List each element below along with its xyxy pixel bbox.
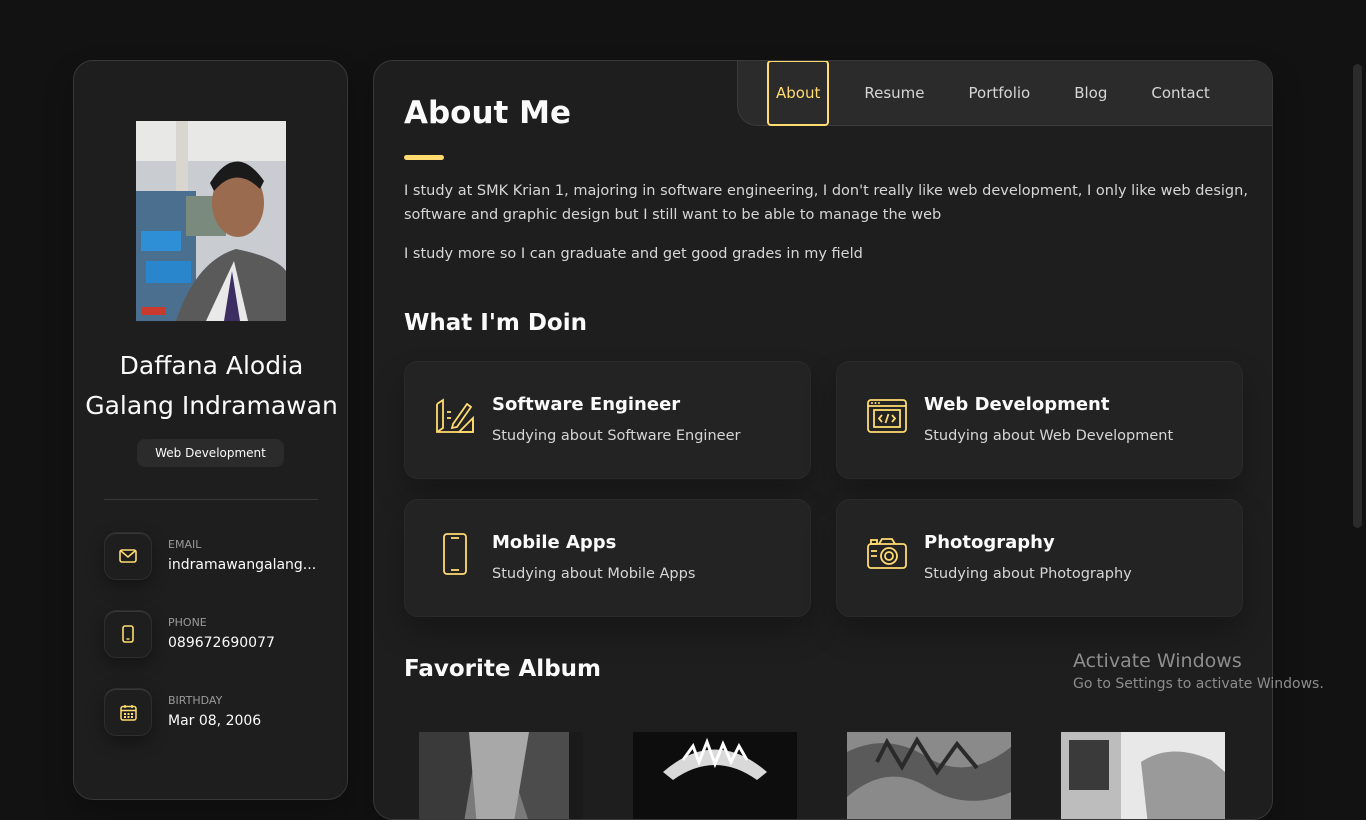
camera-icon [865,532,909,576]
nav-portfolio[interactable]: Portfolio [969,61,1031,126]
contact-phone-value[interactable]: 089672690077 [168,635,318,651]
service-title: Web Development [924,394,1110,415]
calendar-icon [104,688,152,736]
mail-icon [104,532,152,580]
contact-phone-label: PHONE [168,616,207,629]
albums-title: Favorite Album [404,656,601,682]
album-cover-2[interactable] [633,732,797,819]
contact-birthday-value: Mar 08, 2006 [168,713,262,729]
page-scrollbar[interactable] [1353,64,1362,528]
phone-icon [104,610,152,658]
service-text: Studying about Photography [924,566,1132,582]
service-text: Studying about Web Development [924,428,1174,444]
service-text: Studying about Software Engineer [492,428,741,444]
contact-email-label: EMAIL [168,538,202,551]
design-tools-icon [433,394,477,438]
contact-email-value[interactable]: indramawangalang... [168,557,318,573]
code-window-icon [865,394,909,438]
page-title: About Me [404,95,572,131]
avatar [136,121,286,321]
contact-birthday-label: BIRTHDAY [168,694,223,707]
profile-name: Daffana Alodia Galang Indramawan [85,351,338,420]
nav-about[interactable]: About [767,61,830,126]
service-text: Studying about Mobile Apps [492,566,696,582]
service-card-software-engineer: Software Engineer Studying about Softwar… [404,361,811,479]
service-card-photography: Photography Studying about Photography [836,499,1243,617]
watermark-line-1: Activate Windows [1073,650,1242,672]
contact-birthday: BIRTHDAY Mar 08, 2006 [104,688,324,736]
service-title: Photography [924,532,1055,553]
top-navbar: About Resume Portfolio Blog Contact [737,61,1272,126]
service-card-mobile-apps: Mobile Apps Studying about Mobile Apps [404,499,811,617]
sidebar-separator [104,499,318,500]
watermark-line-2: Go to Settings to activate Windows. [1073,676,1324,692]
album-cover-3[interactable] [847,732,1011,819]
contact-email: EMAIL indramawangalang... [104,532,324,580]
service-card-web-development: Web Development Studying about Web Devel… [836,361,1243,479]
nav-blog[interactable]: Blog [1074,61,1107,126]
title-accent-bar [404,155,444,160]
service-title: Software Engineer [492,394,681,415]
profile-sidebar: Daffana Alodia Galang Indramawan Web Dev… [73,60,348,800]
album-cover-1[interactable] [419,732,583,819]
main-content: About Resume Portfolio Blog Contact Abou… [373,60,1273,820]
nav-resume[interactable]: Resume [864,61,924,126]
smartphone-icon [433,532,477,576]
nav-contact[interactable]: Contact [1151,61,1209,126]
album-cover-4[interactable] [1061,732,1225,819]
profile-title-badge: Web Development [137,439,284,467]
contact-phone: PHONE 089672690077 [104,610,324,658]
about-paragraph-1: I study at SMK Krian 1, majoring in soft… [404,183,1248,223]
services-title: What I'm Doin [404,310,587,336]
windows-activation-watermark: Activate Windows Go to Settings to activ… [1073,650,1324,692]
about-paragraph-2: I study more so I can graduate and get g… [404,246,863,262]
service-title: Mobile Apps [492,532,617,553]
